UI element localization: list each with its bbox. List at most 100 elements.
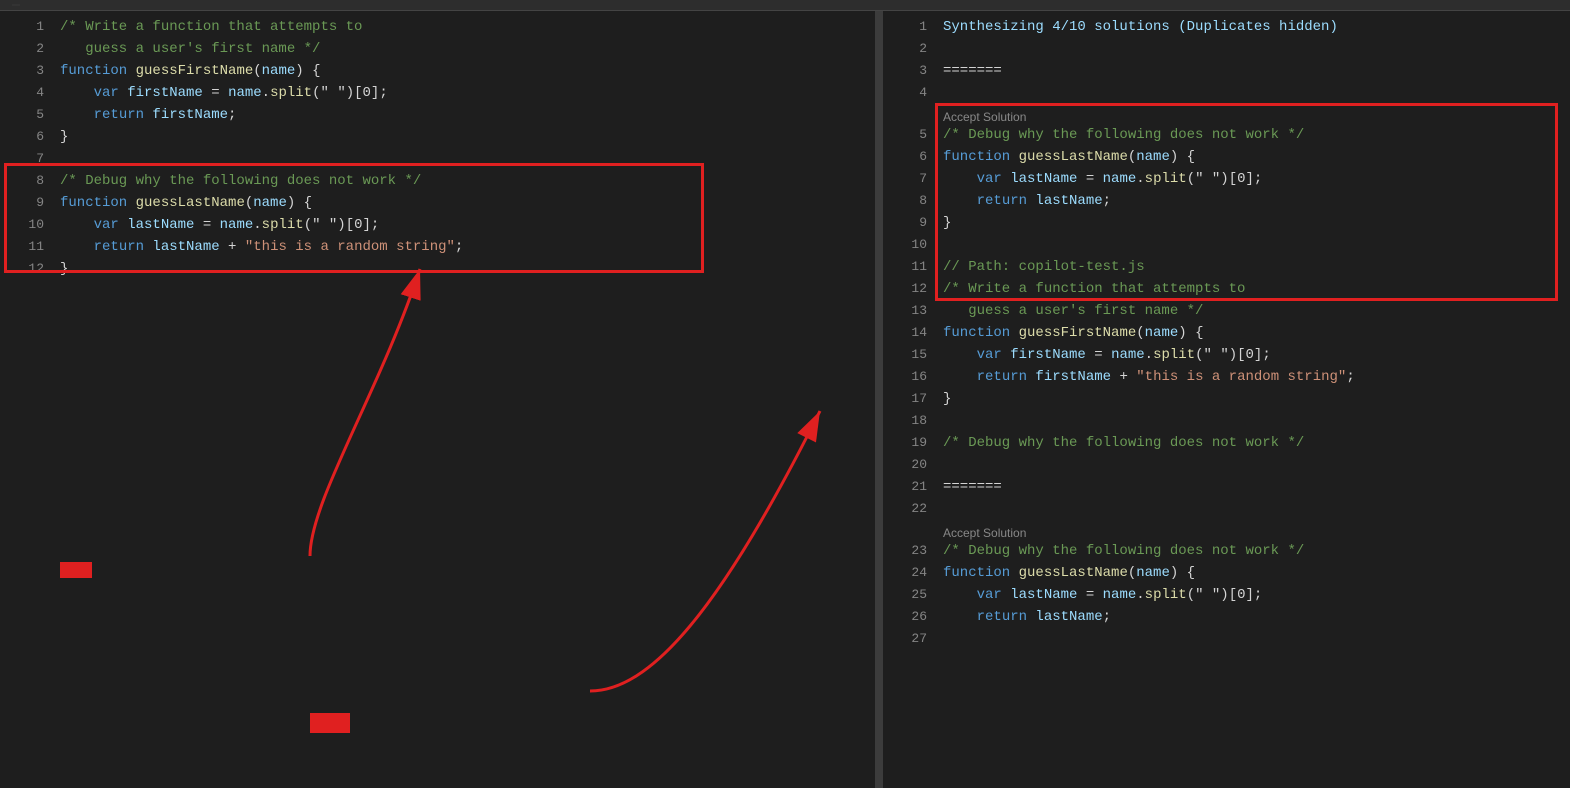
line-content: /* Debug why the following does not work… bbox=[943, 543, 1304, 559]
line-number: 19 bbox=[891, 435, 927, 450]
line-number: 21 bbox=[891, 479, 927, 494]
table-row: 21 ======= bbox=[883, 479, 1570, 501]
line-number: 24 bbox=[891, 565, 927, 580]
line-content bbox=[943, 237, 951, 253]
line-content: var lastName = name.split(" ")[0]; bbox=[943, 587, 1262, 603]
table-row: 3======= bbox=[883, 63, 1570, 85]
js-icon bbox=[12, 4, 20, 6]
line-number: 10 bbox=[8, 217, 44, 232]
line-number: 16 bbox=[891, 369, 927, 384]
line-content: ======= bbox=[943, 479, 1002, 495]
table-row: 4 var firstName = name.split(" ")[0]; bbox=[0, 85, 875, 107]
line-content: var firstName = name.split(" ")[0]; bbox=[943, 347, 1271, 363]
table-row: 17} bbox=[883, 391, 1570, 413]
line-content bbox=[943, 41, 951, 57]
line-number: 23 bbox=[891, 543, 927, 558]
table-row: 11 // Path: copilot-test.js bbox=[883, 259, 1570, 281]
line-number: 13 bbox=[891, 303, 927, 318]
table-row: 12 /* Write a function that attempts to bbox=[883, 281, 1570, 303]
line-number: 5 bbox=[891, 127, 927, 142]
table-row: 9} bbox=[883, 215, 1570, 237]
line-number: 2 bbox=[8, 41, 44, 56]
line-number: 11 bbox=[891, 259, 927, 274]
line-content: var lastName = name.split(" ")[0]; bbox=[60, 217, 379, 233]
line-content: function guessLastName(name) { bbox=[943, 149, 1195, 165]
table-row: 22 bbox=[883, 501, 1570, 523]
line-number: 8 bbox=[8, 173, 44, 188]
table-row: 7 bbox=[0, 151, 875, 173]
table-row: 9 function guessLastName(name) { bbox=[0, 195, 875, 217]
table-row: 20 bbox=[883, 457, 1570, 479]
line-content: function guessLastName(name) { bbox=[943, 565, 1195, 581]
table-row: 6function guessLastName(name) { bbox=[883, 149, 1570, 171]
line-number: 6 bbox=[8, 129, 44, 144]
table-row: 1Synthesizing 4/10 solutions (Duplicates… bbox=[883, 19, 1570, 41]
line-number: 25 bbox=[891, 587, 927, 602]
accept-solution-label[interactable]: Accept Solution bbox=[943, 526, 1026, 540]
table-row: 23 /* Debug why the following does not wo… bbox=[883, 543, 1570, 565]
table-row: 10 bbox=[883, 237, 1570, 259]
table-row: 19/* Debug why the following does not wo… bbox=[883, 435, 1570, 457]
line-number: 17 bbox=[891, 391, 927, 406]
line-number: 7 bbox=[8, 151, 44, 166]
line-number: 18 bbox=[891, 413, 927, 428]
line-number: 14 bbox=[891, 325, 927, 340]
right-panel: 1Synthesizing 4/10 solutions (Duplicates… bbox=[883, 11, 1570, 788]
line-content: } bbox=[943, 391, 951, 407]
line-number: 9 bbox=[891, 215, 927, 230]
line-number: 5 bbox=[8, 107, 44, 122]
line-content bbox=[943, 501, 951, 517]
line-content: return firstName + "this is a random str… bbox=[943, 369, 1355, 385]
line-content: var lastName = name.split(" ")[0]; bbox=[943, 171, 1262, 187]
line-content: function guessLastName(name) { bbox=[60, 195, 312, 211]
main-area: 1/* Write a function that attempts to2 g… bbox=[0, 11, 1570, 788]
table-row: 10 var lastName = name.split(" ")[0]; bbox=[0, 217, 875, 239]
copilot-label bbox=[310, 713, 350, 733]
line-number: 3 bbox=[8, 63, 44, 78]
line-number: 12 bbox=[891, 281, 927, 296]
table-row: 5 /* Debug why the following does not wor… bbox=[883, 127, 1570, 149]
line-number: 1 bbox=[891, 19, 927, 34]
line-content: // Path: copilot-test.js bbox=[943, 259, 1145, 275]
line-content: return lastName; bbox=[943, 193, 1111, 209]
line-content: /* Debug why the following does not work… bbox=[943, 127, 1304, 143]
line-content bbox=[943, 631, 951, 647]
table-row: 2 guess a user's first name */ bbox=[0, 41, 875, 63]
line-content bbox=[943, 457, 951, 473]
table-row: 14 function guessFirstName(name) { bbox=[883, 325, 1570, 347]
line-content: function guessFirstName(name) { bbox=[60, 63, 320, 79]
table-row: 3 function guessFirstName(name) { bbox=[0, 63, 875, 85]
line-content: return firstName; bbox=[60, 107, 236, 123]
line-number: 9 bbox=[8, 195, 44, 210]
line-number: 27 bbox=[891, 631, 927, 646]
table-row: 18 bbox=[883, 413, 1570, 435]
line-number: 12 bbox=[8, 261, 44, 276]
table-row: 1/* Write a function that attempts to bbox=[0, 19, 875, 41]
line-content: function guessFirstName(name) { bbox=[943, 325, 1203, 341]
line-content bbox=[60, 151, 68, 167]
table-row: 2 bbox=[883, 41, 1570, 63]
table-row: 12} bbox=[0, 261, 875, 283]
line-content: return lastName; bbox=[943, 609, 1111, 625]
table-row: 5 return firstName; bbox=[0, 107, 875, 129]
accept-solution-label[interactable]: Accept Solution bbox=[943, 110, 1026, 124]
line-number: 8 bbox=[891, 193, 927, 208]
top-bar bbox=[0, 0, 1570, 11]
table-row: 25 var lastName = name.split(" ")[0]; bbox=[883, 587, 1570, 609]
table-row: 16 return firstName + "this is a random … bbox=[883, 369, 1570, 391]
left-panel: 1/* Write a function that attempts to2 g… bbox=[0, 11, 875, 788]
right-code-editor: 1Synthesizing 4/10 solutions (Duplicates… bbox=[883, 11, 1570, 661]
table-row: 11 return lastName + "this is a random s… bbox=[0, 239, 875, 261]
line-content: /* Write a function that attempts to bbox=[943, 281, 1245, 297]
bug-label bbox=[60, 562, 92, 578]
line-content bbox=[943, 85, 951, 101]
line-number: 26 bbox=[891, 609, 927, 624]
left-code-editor: 1/* Write a function that attempts to2 g… bbox=[0, 11, 875, 291]
line-content: guess a user's first name */ bbox=[60, 41, 320, 57]
line-number: 11 bbox=[8, 239, 44, 254]
line-number: 15 bbox=[891, 347, 927, 362]
table-row: 7 var lastName = name.split(" ")[0]; bbox=[883, 171, 1570, 193]
line-content: guess a user's first name */ bbox=[943, 303, 1203, 319]
line-number: 3 bbox=[891, 63, 927, 78]
table-row: 8 return lastName; bbox=[883, 193, 1570, 215]
